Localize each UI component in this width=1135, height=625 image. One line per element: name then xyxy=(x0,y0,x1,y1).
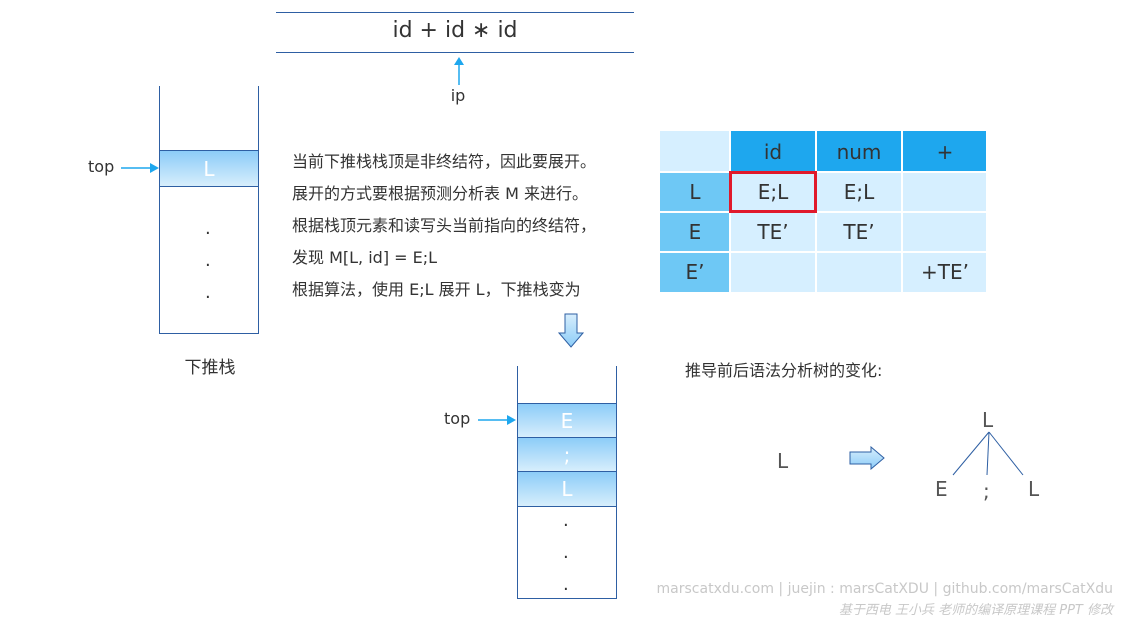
stack-dot: . xyxy=(205,218,211,239)
right-arrow-icon xyxy=(849,446,885,470)
highlighted-cell-box xyxy=(729,171,817,213)
explanation-line: 展开的方式要根据预测分析表 M 来进行。 xyxy=(292,184,588,203)
table-cell: E;L xyxy=(816,172,902,212)
table-grid-line xyxy=(660,211,988,213)
table-cell xyxy=(902,212,988,252)
stack-dot: . xyxy=(205,282,211,303)
tree-root-node: L xyxy=(982,408,994,432)
table-cell xyxy=(816,252,902,292)
table-cell: TE’ xyxy=(730,212,816,252)
stack-cell: ; xyxy=(517,437,617,472)
tree-child-node: L xyxy=(1028,477,1040,501)
down-arrow-icon xyxy=(558,313,584,348)
table-cell: TE’ xyxy=(816,212,902,252)
explanation: 当前下推栈栈顶是非终结符，因此要展开。 展开的方式要根据预测分析表 M 来进行。… xyxy=(292,146,652,306)
table-cell xyxy=(730,252,816,292)
table-cell: +TE’ xyxy=(902,252,988,292)
ip-label: ip xyxy=(450,86,466,105)
tree-edges xyxy=(952,431,1024,476)
table-corner xyxy=(660,131,730,172)
top-label: top xyxy=(444,409,471,428)
table-col-header: id xyxy=(730,131,816,172)
explanation-line: 当前下推栈栈顶是非终结符，因此要展开。 xyxy=(292,152,597,171)
stack-cell: L xyxy=(159,150,259,187)
tape-bottom-line xyxy=(276,52,634,53)
stack-right-wall xyxy=(258,86,259,334)
table-grid-line xyxy=(660,171,988,173)
stack-caption: 下推栈 xyxy=(184,358,236,378)
parse-table: id num + L E;L E;L E TE’ TE’ E’ +TE’ xyxy=(660,131,988,292)
stack-dot: . xyxy=(205,250,211,271)
top-label: top xyxy=(88,157,115,176)
stack-cell: E xyxy=(517,403,617,438)
ip-arrow-icon xyxy=(454,57,464,85)
table-col-header: + xyxy=(902,131,988,172)
explanation-line: 根据算法，使用 E;L 展开 L，下推栈变为 xyxy=(292,280,581,299)
table-col-header: num xyxy=(816,131,902,172)
table-grid-line xyxy=(660,251,988,253)
tree-child-node: E xyxy=(935,477,948,501)
tape-top-line xyxy=(276,12,634,13)
stack-dot: . xyxy=(563,510,569,531)
footer-credits: marscatxdu.com | juejin : marsCatXDU | g… xyxy=(656,581,1113,597)
table-row-header: E’ xyxy=(660,252,730,292)
top-arrow-icon xyxy=(478,415,516,425)
stack-floor xyxy=(517,598,617,599)
tree-caption: 推导前后语法分析树的变化: xyxy=(685,361,883,380)
input-tape: id + id ∗ id xyxy=(392,18,518,43)
stack-left-wall xyxy=(159,86,160,334)
stack-cell: L xyxy=(517,471,617,507)
tree-child-node: ; xyxy=(983,479,990,503)
table-cell xyxy=(902,172,988,212)
table-row-header: L xyxy=(660,172,730,212)
explanation-line: 发现 M[L, id] = E;L xyxy=(292,248,438,267)
stack-floor xyxy=(159,333,259,334)
stack-dot: . xyxy=(563,574,569,595)
tree-before-node: L xyxy=(777,449,789,473)
table-row-header: E xyxy=(660,212,730,252)
top-arrow-icon xyxy=(121,163,159,173)
explanation-line: 根据栈顶元素和读写头当前指向的终结符， xyxy=(292,216,597,235)
footer-note: 基于西电 王小兵 老师的编译原理课程 PPT 修改 xyxy=(838,603,1113,618)
stack-dot: . xyxy=(563,542,569,563)
